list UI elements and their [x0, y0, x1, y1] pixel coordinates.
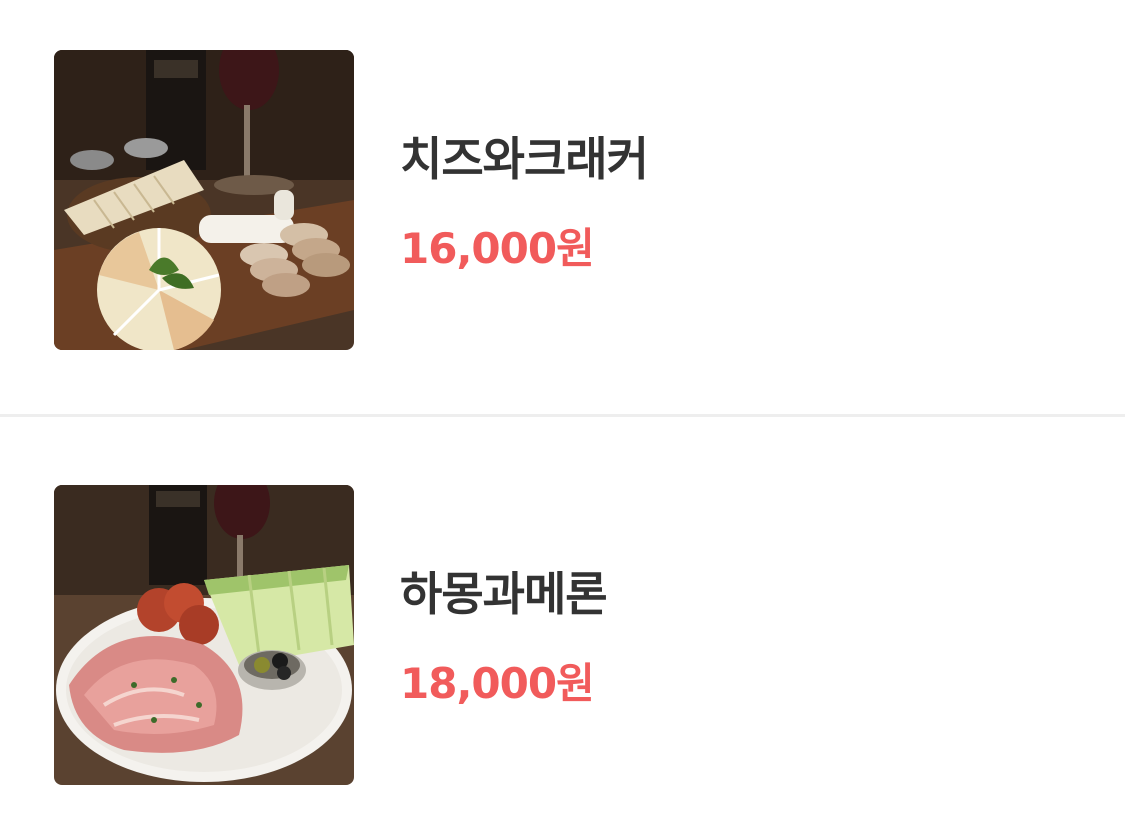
cheese-platter-photo — [54, 50, 354, 350]
menu-item-name: 하몽과메론 — [400, 567, 608, 621]
item-divider — [0, 414, 1125, 417]
menu-item-price: 16,000원 — [400, 224, 595, 273]
menu-list: 치즈와크래커 16,000원 하몽과메론 18,000원 — [0, 0, 1125, 836]
menu-item-cheese-crackers[interactable]: 치즈와크래커 16,000원 — [0, 50, 1125, 350]
menu-item-jamon-melon[interactable]: 하몽과메론 18,000원 — [0, 485, 1125, 785]
jamon-melon-photo — [54, 485, 354, 785]
menu-item-price: 18,000원 — [400, 659, 595, 708]
menu-item-name: 치즈와크래커 — [400, 132, 649, 186]
